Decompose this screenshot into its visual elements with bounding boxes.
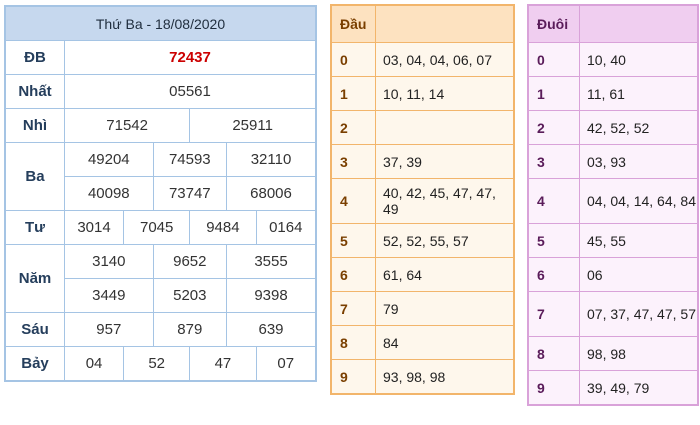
duoi-key: 7 <box>527 291 580 337</box>
duoi-table: Đuôi 0 10, 40 1 11, 61 2 42, 52, 52 3 03, 93… <box>527 4 699 406</box>
dau-key: 7 <box>330 291 376 326</box>
prize-nam-number: 3449 <box>64 278 154 313</box>
dau-header-blank <box>375 4 515 43</box>
duoi-values: 06 <box>579 257 699 292</box>
prize-nam-number: 9652 <box>152 244 228 279</box>
dau-key: 1 <box>330 76 376 111</box>
prize-bay-number: 52 <box>123 346 191 382</box>
dau-key: 6 <box>330 257 376 292</box>
prize-bay-number: 47 <box>189 346 257 382</box>
prize-label-sau: Sáu <box>4 312 65 347</box>
results-title: Thứ Ba - 18/08/2020 <box>4 5 317 41</box>
prize-label-nam: Năm <box>4 244 65 313</box>
duoi-header: Đuôi <box>527 4 580 43</box>
dau-table: Đầu 0 03, 04, 04, 06, 07 1 10, 11, 14 2 33… <box>330 4 515 395</box>
duoi-key: 8 <box>527 336 580 371</box>
dau-key: 9 <box>330 359 376 395</box>
prize-nam-number: 3555 <box>226 244 317 279</box>
prize-sau-number: 879 <box>152 312 228 347</box>
dau-key: 8 <box>330 325 376 360</box>
dau-key: 2 <box>330 110 376 145</box>
prize-bay-number: 07 <box>255 346 317 382</box>
prize-ba-number: 40098 <box>64 176 154 211</box>
duoi-values: 98, 98 <box>579 336 699 371</box>
prize-label-nhat: Nhất <box>4 74 65 109</box>
duoi-key: 9 <box>527 370 580 406</box>
prize-ba-number: 49204 <box>64 142 154 177</box>
duoi-key: 0 <box>527 42 580 77</box>
duoi-key: 5 <box>527 223 580 258</box>
prize-tu-number: 9484 <box>189 210 257 245</box>
dau-key: 4 <box>330 178 376 224</box>
dau-key: 5 <box>330 223 376 258</box>
dau-values: 03, 04, 04, 06, 07 <box>375 42 515 77</box>
duoi-values: 07, 37, 47, 47, 57 <box>579 291 699 337</box>
dau-values: 84 <box>375 325 515 360</box>
prize-label-nhi: Nhì <box>4 108 65 143</box>
prize-db-number: 72437 <box>64 40 317 75</box>
prize-bay-number: 04 <box>63 346 125 382</box>
prize-tu-number: 7045 <box>123 210 191 245</box>
prize-ba-number: 32110 <box>226 142 317 177</box>
duoi-values: 11, 61 <box>579 76 699 111</box>
prize-sau-number: 639 <box>226 312 317 347</box>
prize-nhi-number: 25911 <box>189 108 317 143</box>
dau-values: 93, 98, 98 <box>375 359 515 395</box>
dau-header: Đầu <box>330 4 376 43</box>
duoi-key: 2 <box>527 110 580 145</box>
prize-label-ba: Ba <box>4 142 65 211</box>
dau-values <box>375 110 515 145</box>
prize-tu-number: 0164 <box>255 210 317 245</box>
dau-values: 52, 52, 55, 57 <box>375 223 515 258</box>
prize-nhi-number: 71542 <box>63 108 191 143</box>
dau-values: 40, 42, 45, 47, 47, 49 <box>375 178 515 224</box>
prize-label-db: ĐB <box>4 40 65 75</box>
dau-values: 79 <box>375 291 515 326</box>
prize-nam-number: 3140 <box>64 244 154 279</box>
duoi-key: 4 <box>527 178 580 224</box>
prize-label-bay: Bảy <box>4 346 65 382</box>
dau-key: 0 <box>330 42 376 77</box>
duoi-values: 03, 93 <box>579 144 699 179</box>
prize-label-tu: Tư <box>4 210 65 245</box>
prize-nhat-number: 05561 <box>64 74 317 109</box>
prize-sau-number: 957 <box>64 312 154 347</box>
prize-ba-number: 73747 <box>152 176 228 211</box>
prize-tu-number: 3014 <box>63 210 125 245</box>
results-table: Thứ Ba - 18/08/2020 ĐB 72437 Nhất 05561 … <box>4 5 317 382</box>
duoi-values: 10, 40 <box>579 42 699 77</box>
duoi-values: 39, 49, 79 <box>579 370 699 406</box>
duoi-values: 42, 52, 52 <box>579 110 699 145</box>
duoi-values: 45, 55 <box>579 223 699 258</box>
dau-values: 61, 64 <box>375 257 515 292</box>
prize-nam-number: 5203 <box>152 278 228 313</box>
duoi-key: 3 <box>527 144 580 179</box>
duoi-header-blank <box>579 4 699 43</box>
duoi-values: 04, 04, 14, 64, 84 <box>579 178 699 224</box>
duoi-key: 6 <box>527 257 580 292</box>
prize-nam-number: 9398 <box>226 278 317 313</box>
dau-key: 3 <box>330 144 376 179</box>
dau-values: 10, 11, 14 <box>375 76 515 111</box>
prize-ba-number: 68006 <box>226 176 317 211</box>
dau-values: 37, 39 <box>375 144 515 179</box>
duoi-key: 1 <box>527 76 580 111</box>
prize-ba-number: 74593 <box>152 142 228 177</box>
